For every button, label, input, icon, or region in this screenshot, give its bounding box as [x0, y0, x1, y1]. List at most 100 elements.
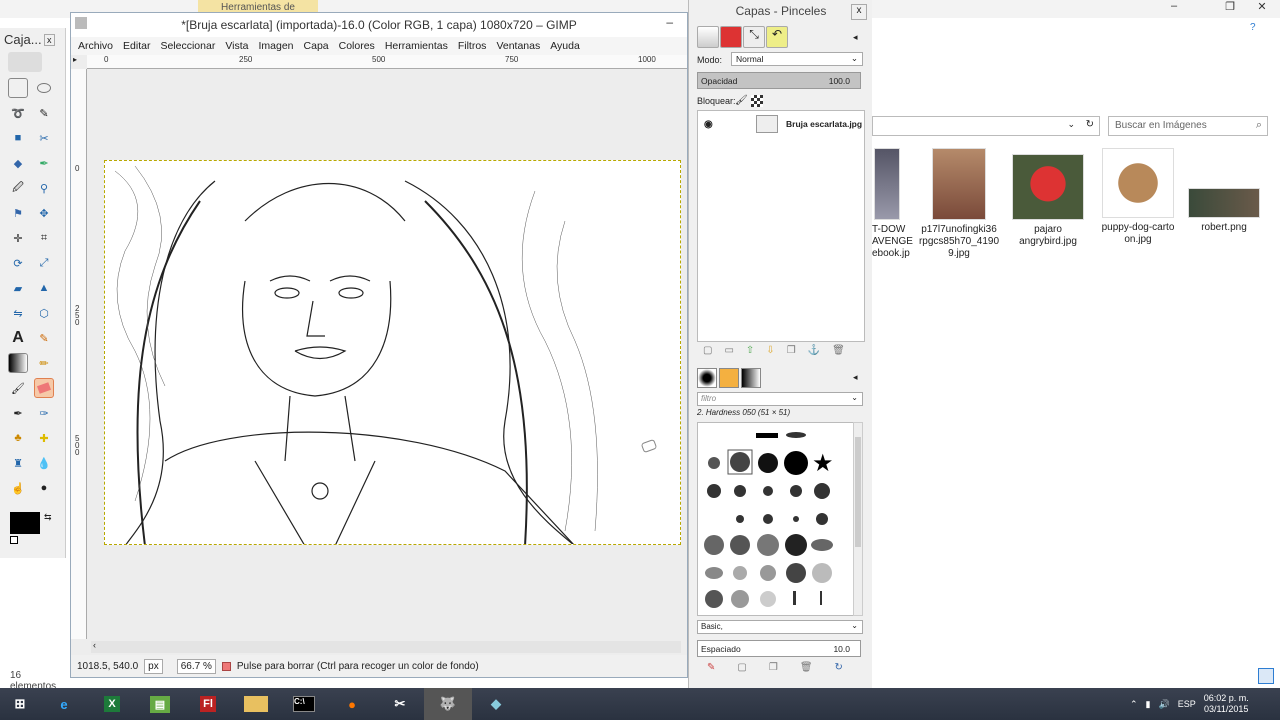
tag-select[interactable]: Basic, ⌄	[697, 620, 863, 634]
cmd-icon[interactable]: C:\	[280, 688, 328, 720]
paths-tab-icon[interactable]: ⤡	[743, 26, 765, 48]
blend-icon[interactable]	[8, 353, 28, 373]
zoom-icon[interactable]: ⚲	[34, 178, 54, 198]
gradients-tab-icon[interactable]	[741, 368, 761, 388]
horizontal-scrollbar[interactable]: ‹	[91, 640, 681, 653]
shear-icon[interactable]: ▰	[8, 278, 28, 298]
menu-colores[interactable]: Colores	[339, 40, 375, 52]
anchor-icon[interactable]: ⚓	[808, 345, 820, 356]
fuzzy-select-icon[interactable]: ✎	[34, 103, 54, 123]
lock-pixels-icon[interactable]: 🖌	[735, 95, 748, 106]
scroll-left-icon[interactable]: ‹	[93, 640, 96, 650]
scissors-icon[interactable]: ✂	[34, 128, 54, 148]
menu-vista[interactable]: Vista	[225, 40, 248, 52]
move-icon[interactable]: ✥	[34, 203, 54, 223]
show-hidden-icons-icon[interactable]: ⌃	[1130, 699, 1138, 710]
dock-close-icon[interactable]: x	[851, 4, 867, 20]
menu-herramientas[interactable]: Herramientas	[385, 40, 448, 52]
scale-icon[interactable]: ⤢	[34, 253, 54, 273]
menu-archivo[interactable]: Archivo	[78, 40, 113, 52]
text-icon[interactable]: A	[8, 328, 28, 348]
edit-brush-icon[interactable]: ✎	[707, 662, 715, 673]
brush-scrollbar[interactable]	[853, 422, 863, 616]
pencil-icon[interactable]: ✏	[34, 353, 54, 373]
menu-ayuda[interactable]: Ayuda	[550, 40, 580, 52]
bucket-fill-icon[interactable]: ✎	[34, 328, 54, 348]
measure-icon[interactable]: ⚑	[8, 203, 28, 223]
scroll-thumb[interactable]	[855, 437, 861, 547]
foreground-color-swatch[interactable]	[10, 512, 40, 534]
eraser-icon[interactable]	[34, 378, 54, 398]
clock[interactable]: 06:02 p. m. 03/11/2015	[1204, 693, 1249, 715]
rotate-icon[interactable]: ⟳	[8, 253, 28, 273]
file-item[interactable]: T-DOW AVENGE ebook.jp	[872, 148, 913, 260]
paths-icon[interactable]: ✒	[34, 153, 54, 173]
flash-icon[interactable]: Fl	[184, 688, 232, 720]
spacing-slider[interactable]: Espaciado 10.0	[697, 640, 861, 657]
sheets-icon[interactable]: ▤	[136, 688, 184, 720]
search-input[interactable]: Buscar en Imágenes ⌕	[1108, 116, 1268, 136]
menu-editar[interactable]: Editar	[123, 40, 150, 52]
zoom-select[interactable]: 66.7 %	[176, 658, 216, 674]
brush-filter-select[interactable]: filtro ⌄	[697, 392, 863, 406]
tab-menu-icon[interactable]: ◂	[853, 372, 858, 383]
delete-layer-icon[interactable]: 🗑	[832, 345, 845, 356]
layer-row[interactable]: ◉ Bruja escarlata.jpg	[698, 113, 864, 135]
align-icon[interactable]: ✛	[8, 228, 28, 248]
channels-tab-icon[interactable]	[720, 26, 742, 48]
address-bar[interactable]: ⌄ ↻	[872, 116, 1100, 136]
cage-icon[interactable]: ⬡	[34, 303, 54, 323]
raise-layer-icon[interactable]: ⇧	[746, 345, 754, 356]
menu-filtros[interactable]: Filtros	[458, 40, 487, 52]
unit-select[interactable]: px	[144, 658, 163, 674]
explorer-icon[interactable]	[232, 688, 280, 720]
gimp-taskbar-icon[interactable]: 🐺	[424, 688, 472, 720]
new-brush-icon[interactable]: ▢	[737, 662, 746, 673]
lasso-icon[interactable]: ➰	[8, 103, 28, 123]
clone-icon[interactable]: ♣	[8, 428, 28, 448]
file-item[interactable]: p17l7unofingki36 rpgcs85h70_4190 9.jpg	[918, 148, 1000, 260]
layers-tab-icon[interactable]	[697, 26, 719, 48]
chevron-down-icon[interactable]: ⌄	[1067, 119, 1075, 130]
airbrush-icon[interactable]: ✒	[8, 403, 28, 423]
new-layer-icon[interactable]: ▢	[703, 345, 712, 356]
volume-icon[interactable]: 🔊	[1159, 699, 1170, 710]
mode-select[interactable]: Normal ⌄	[731, 52, 863, 66]
duplicate-layer-icon[interactable]: ❐	[787, 345, 796, 356]
perspective-clone-icon[interactable]: ♜	[8, 453, 28, 473]
smudge-icon[interactable]: ☝	[8, 478, 28, 498]
tab-menu-icon[interactable]: ◂	[853, 32, 858, 43]
close-button[interactable]: ✕	[1248, 0, 1276, 16]
excel-icon[interactable]: X	[88, 688, 136, 720]
opacity-slider[interactable]: Opacidad 100.0	[697, 72, 861, 89]
perspective-icon[interactable]: ▲	[34, 278, 54, 298]
minimize-icon[interactable]: –	[666, 15, 673, 29]
lock-alpha-icon[interactable]	[751, 95, 763, 107]
rect-select-icon[interactable]	[8, 78, 28, 98]
refresh-icon[interactable]: ↻	[1086, 119, 1094, 130]
heal-icon[interactable]: ✚	[34, 428, 54, 448]
menu-imagen[interactable]: Imagen	[258, 40, 293, 52]
blur-icon[interactable]: 💧	[34, 453, 54, 473]
quickmask-toggle-icon[interactable]: ▸	[73, 55, 77, 64]
tools-icon[interactable]: ✂	[376, 688, 424, 720]
app-icon[interactable]: ◆	[472, 688, 520, 720]
dodge-burn-icon[interactable]: ●	[34, 478, 54, 498]
delete-brush-icon[interactable]: 🗑	[800, 662, 813, 673]
language-indicator[interactable]: ESP	[1178, 699, 1196, 709]
swap-colors-icon[interactable]: ⇆	[44, 512, 52, 523]
ie-icon[interactable]: e	[40, 688, 88, 720]
refresh-brushes-icon[interactable]: ↻	[835, 662, 843, 673]
patterns-tab-icon[interactable]	[719, 368, 739, 388]
menu-seleccionar[interactable]: Seleccionar	[160, 40, 215, 52]
flip-icon[interactable]: ⇋	[8, 303, 28, 323]
windows-start-icon[interactable]: ⊞	[0, 688, 40, 720]
network-icon[interactable]: ▮	[1146, 699, 1151, 710]
ellipse-select-icon[interactable]	[34, 78, 54, 98]
brush-grid[interactable]: ★	[697, 422, 855, 616]
ink-icon[interactable]: ✑	[34, 403, 54, 423]
eye-icon[interactable]: ◉	[704, 119, 718, 130]
details-view-icon[interactable]	[1258, 668, 1274, 684]
default-colors-icon[interactable]	[10, 536, 18, 544]
help-icon[interactable]: ?	[1250, 22, 1256, 33]
